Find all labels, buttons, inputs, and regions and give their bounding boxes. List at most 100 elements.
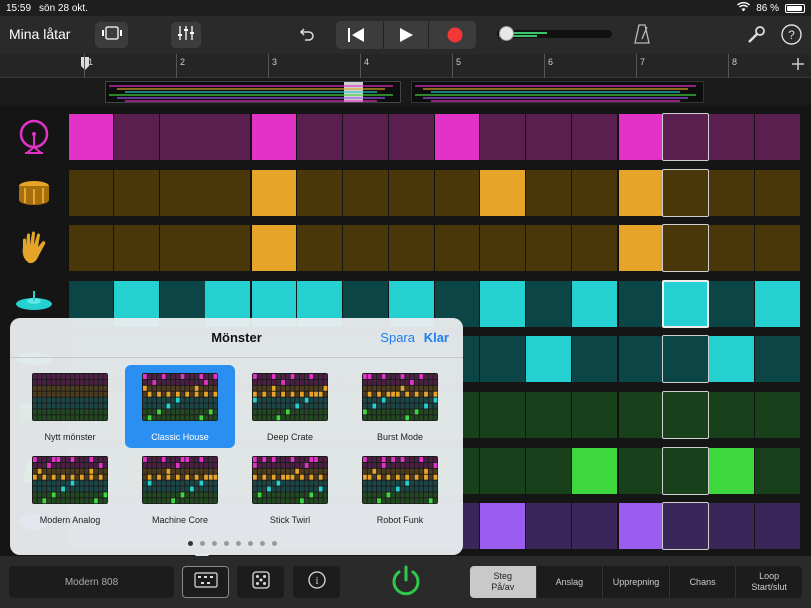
- step-cell[interactable]: [159, 225, 205, 272]
- pattern-preset[interactable]: Classic House: [125, 365, 235, 448]
- step-cell[interactable]: [709, 114, 755, 160]
- undo-icon[interactable]: [298, 25, 316, 48]
- step-cell[interactable]: [297, 225, 342, 272]
- step-cell[interactable]: [480, 503, 526, 550]
- page-dot[interactable]: [272, 541, 277, 546]
- step-cell[interactable]: [663, 503, 709, 550]
- my-songs-button[interactable]: Mina låtar: [9, 26, 70, 42]
- page-dot[interactable]: [224, 541, 229, 546]
- step-cell[interactable]: [755, 503, 800, 550]
- pattern-button[interactable]: [182, 566, 229, 598]
- mode-segment[interactable]: Steg På/av: [470, 566, 537, 598]
- step-cell[interactable]: [571, 503, 617, 550]
- pattern-preset[interactable]: Burst Mode: [345, 365, 455, 448]
- record-button[interactable]: [447, 27, 463, 48]
- drum-kit-selector[interactable]: Modern 808: [9, 566, 174, 598]
- play-button[interactable]: [383, 21, 429, 49]
- step-cell[interactable]: [480, 447, 526, 494]
- power-button[interactable]: [388, 563, 424, 599]
- timeline-ruler[interactable]: 1 2 3 4 5 6 7 8: [0, 54, 811, 78]
- pattern-preset[interactable]: Deep Crate: [235, 365, 345, 448]
- step-cell[interactable]: [159, 114, 205, 160]
- metronome-icon[interactable]: [633, 24, 651, 49]
- info-button[interactable]: i: [293, 566, 340, 598]
- page-dot[interactable]: [260, 541, 265, 546]
- volume-slider[interactable]: [497, 26, 612, 41]
- kick-drum-icon[interactable]: [14, 117, 54, 157]
- step-cell[interactable]: [663, 225, 709, 272]
- page-dot[interactable]: [188, 541, 193, 546]
- save-button[interactable]: Spara: [380, 330, 415, 345]
- step-cell[interactable]: [113, 225, 159, 272]
- step-cell[interactable]: [755, 280, 800, 327]
- step-cell[interactable]: [709, 280, 755, 327]
- step-cell[interactable]: [571, 114, 617, 160]
- step-cell[interactable]: [434, 114, 480, 160]
- step-cell[interactable]: [526, 392, 571, 438]
- page-dot[interactable]: [200, 541, 205, 546]
- mode-segment[interactable]: Loop Start/slut: [736, 566, 802, 598]
- step-cell[interactable]: [617, 169, 663, 216]
- step-cell[interactable]: [388, 114, 434, 160]
- step-cell[interactable]: [526, 114, 571, 160]
- step-cell[interactable]: [526, 169, 571, 216]
- step-cell[interactable]: [480, 169, 526, 216]
- step-cell[interactable]: [617, 392, 663, 438]
- step-cell[interactable]: [709, 169, 755, 216]
- help-icon[interactable]: ?: [781, 24, 802, 50]
- step-cell[interactable]: [251, 169, 297, 216]
- page-dot[interactable]: [212, 541, 217, 546]
- step-cell[interactable]: [617, 336, 663, 383]
- step-cell[interactable]: [342, 169, 388, 216]
- step-cell[interactable]: [755, 336, 800, 383]
- snare-drum-icon[interactable]: [14, 173, 54, 213]
- step-cell[interactable]: [709, 503, 755, 550]
- step-cell[interactable]: [617, 447, 663, 494]
- step-cell[interactable]: [113, 169, 159, 216]
- randomize-button[interactable]: [237, 566, 284, 598]
- step-cell[interactable]: [709, 447, 755, 494]
- step-cell[interactable]: [571, 447, 617, 494]
- add-section-icon[interactable]: [791, 57, 805, 76]
- step-cell[interactable]: [663, 336, 709, 383]
- step-cell[interactable]: [205, 169, 251, 216]
- step-cell[interactable]: [480, 336, 526, 383]
- settings-wrench-icon[interactable]: [747, 25, 766, 49]
- step-cell[interactable]: [709, 336, 755, 383]
- step-cell[interactable]: [526, 447, 571, 494]
- step-cell[interactable]: [571, 169, 617, 216]
- step-cell[interactable]: [663, 280, 709, 327]
- step-cell[interactable]: [663, 169, 709, 216]
- page-dot[interactable]: [248, 541, 253, 546]
- step-cell[interactable]: [205, 225, 251, 272]
- step-cell[interactable]: [617, 280, 663, 327]
- step-cell[interactable]: [113, 114, 159, 160]
- step-cell[interactable]: [480, 114, 526, 160]
- step-cell[interactable]: [755, 169, 800, 216]
- done-button[interactable]: Klar: [424, 330, 449, 345]
- pattern-preset[interactable]: Machine Core: [125, 448, 235, 531]
- step-cell[interactable]: [526, 280, 571, 327]
- step-cell[interactable]: [571, 225, 617, 272]
- mode-segment[interactable]: Chans: [670, 566, 737, 598]
- pattern-preset[interactable]: Nytt mönster: [15, 365, 125, 448]
- go-to-start-button[interactable]: [347, 27, 365, 48]
- step-cell[interactable]: [755, 447, 800, 494]
- step-cell[interactable]: [526, 225, 571, 272]
- pattern-preset[interactable]: Modern Analog: [15, 448, 125, 531]
- volume-knob[interactable]: [499, 26, 514, 41]
- step-cell[interactable]: [526, 336, 571, 383]
- step-cell[interactable]: [388, 169, 434, 216]
- step-cell[interactable]: [709, 392, 755, 438]
- step-cell[interactable]: [480, 225, 526, 272]
- step-cell[interactable]: [480, 280, 526, 327]
- pattern-preset[interactable]: Robot Funk: [345, 448, 455, 531]
- step-cell[interactable]: [297, 114, 342, 160]
- step-cell[interactable]: [205, 114, 251, 160]
- step-cell[interactable]: [617, 114, 663, 160]
- step-cell[interactable]: [663, 447, 709, 494]
- step-cell[interactable]: [434, 225, 480, 272]
- step-cell[interactable]: [709, 225, 755, 272]
- step-cell[interactable]: [251, 225, 297, 272]
- step-cell[interactable]: [617, 503, 663, 550]
